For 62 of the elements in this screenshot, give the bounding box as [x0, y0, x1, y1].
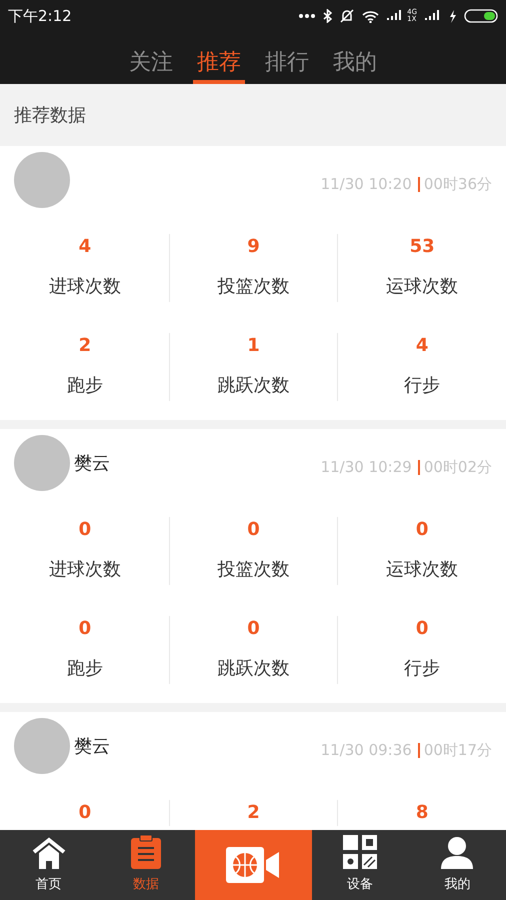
record-button[interactable] — [194, 830, 312, 900]
nav-tab[interactable]: 数据 — [97, 830, 194, 900]
stat-value: 4 — [414, 334, 430, 358]
stat-value: 9 — [246, 235, 261, 259]
clipboard-icon — [130, 834, 161, 868]
battery-icon — [464, 9, 498, 23]
grid-icon — [343, 834, 378, 868]
stat-value: 0 — [78, 617, 92, 641]
status-time: 下午2:12 — [8, 6, 72, 27]
stat-value: 4 — [78, 235, 92, 259]
wifi-icon — [362, 10, 380, 22]
stat-value: 8 — [414, 801, 430, 825]
stat-label: 跳跃次数 — [216, 374, 290, 398]
stat-value: 2 — [78, 334, 92, 358]
record-duration: 00时02分 — [424, 457, 492, 478]
more-icon — [299, 14, 316, 18]
stat-label: 跑步 — [66, 657, 104, 681]
stat-label: 进球次数 — [48, 558, 122, 582]
separator-bar — [418, 742, 420, 758]
user-name: 樊云 — [74, 452, 110, 476]
nav-tab[interactable]: 我的 — [408, 830, 506, 900]
stat-value: 0 — [246, 617, 261, 641]
signal-icon — [425, 10, 441, 22]
stat-value: 1 — [246, 334, 261, 358]
record-time: 11/30 10:20 — [320, 174, 412, 195]
stat-value: 0 — [414, 617, 430, 641]
stat-label: 行步 — [403, 657, 442, 681]
stat-label: 跳跃次数 — [216, 657, 290, 681]
basketball-camera-icon — [226, 847, 280, 883]
user-icon — [441, 836, 474, 868]
stat-value: 0 — [414, 518, 430, 542]
bluetooth-icon — [323, 9, 332, 23]
stat-label: 投篮次数 — [216, 275, 290, 299]
separator-bar — [418, 460, 420, 475]
record-duration: 00时36分 — [424, 174, 492, 195]
stat-value: 2 — [246, 801, 261, 825]
signal-icon — [387, 10, 404, 22]
user-name: 樊云 — [74, 734, 110, 758]
tab[interactable]: 排行 — [261, 44, 313, 84]
record-time: 11/30 10:29 — [320, 457, 412, 478]
record-time: 11/30 09:36 — [320, 740, 412, 761]
section-title: 推荐数据 — [14, 104, 86, 128]
tab[interactable]: 我的 — [329, 44, 381, 84]
stat-value: 0 — [78, 801, 92, 825]
stat-value: 0 — [246, 518, 261, 542]
bell-off-icon — [340, 9, 354, 23]
stat-value: 53 — [408, 235, 436, 259]
stat-label: 运球次数 — [385, 275, 460, 299]
stat-label: 进球次数 — [48, 275, 122, 299]
stat-label: 运球次数 — [385, 558, 460, 582]
tab[interactable]: 关注 — [125, 44, 177, 84]
nav-tab[interactable]: 设备 — [312, 830, 409, 900]
stat-label: 跑步 — [66, 374, 104, 398]
tab[interactable]: 推荐 — [193, 44, 245, 84]
record-duration: 00时17分 — [424, 740, 492, 761]
stat-label: 投篮次数 — [216, 558, 290, 582]
home-icon — [32, 836, 66, 868]
separator-bar — [418, 176, 420, 192]
stat-label: 行步 — [403, 374, 442, 398]
charging-icon — [449, 10, 456, 22]
nav-tab[interactable]: 首页 — [0, 830, 98, 900]
stat-value: 0 — [78, 518, 92, 542]
